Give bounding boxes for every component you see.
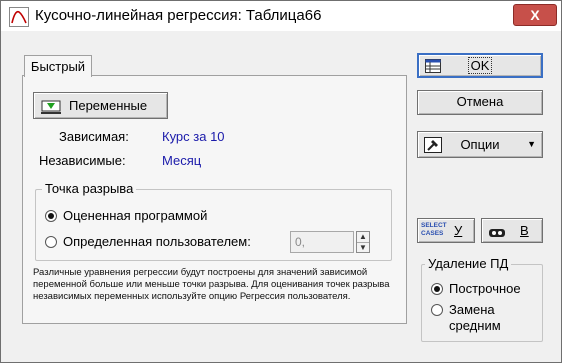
variables-icon <box>41 98 61 123</box>
select-cases-key: У <box>454 223 463 238</box>
tab-quick[interactable]: Быстрый <box>24 55 92 77</box>
select-cases-icon: SELECT CASES <box>421 222 447 237</box>
ok-grid-icon <box>425 58 441 79</box>
ok-label: OK <box>467 57 493 74</box>
chevron-down-icon: ▼ <box>527 139 536 149</box>
variables-button[interactable]: Переменные <box>33 92 168 119</box>
radio-mean-substitution-label: Замена средним <box>449 302 501 333</box>
dialog-window: Кусочно-линейная регрессия: Таблица66 X … <box>0 0 562 363</box>
weights-key: В <box>520 223 529 238</box>
radio-estimated[interactable] <box>45 210 57 222</box>
stepper-up-icon[interactable]: ▲ <box>357 232 369 242</box>
radio-casewise-label: Построчное <box>449 281 521 296</box>
radio-casewise[interactable] <box>431 283 443 295</box>
cancel-button[interactable]: Отмена <box>417 90 543 115</box>
options-label: Опции <box>460 137 500 152</box>
dependent-label: Зависимая: <box>59 129 129 144</box>
radio-mean-substitution[interactable] <box>431 304 443 316</box>
breakpoint-value-input[interactable]: 0, <box>290 231 354 253</box>
missing-data-title: Удаление ПД <box>425 256 512 271</box>
regression-app-icon <box>9 7 29 27</box>
options-hammer-icon <box>424 136 442 161</box>
window-title: Кусочно-линейная регрессия: Таблица66 <box>35 7 322 24</box>
weights-icon <box>488 224 506 247</box>
breakpoint-stepper[interactable]: ▲ ▼ <box>356 231 370 253</box>
title-bar: Кусочно-линейная регрессия: Таблица66 X <box>1 1 561 31</box>
weights-button[interactable]: В <box>481 218 543 243</box>
select-cases-button[interactable]: SELECT CASES У <box>417 218 475 243</box>
options-button[interactable]: Опции ▼ <box>417 131 543 158</box>
radio-user-defined[interactable] <box>45 236 57 248</box>
dependent-value: Курс за 10 <box>162 129 225 144</box>
breakpoint-title: Точка разрыва <box>42 181 137 196</box>
independent-value: Месяц <box>162 153 202 168</box>
close-button[interactable]: X <box>513 4 557 26</box>
help-note: Различные уравнения регрессии будут пост… <box>33 267 390 302</box>
variables-label: Переменные <box>69 98 148 113</box>
radio-user-defined-label: Определенная пользователем: <box>63 234 251 249</box>
independent-label: Независимые: <box>39 153 126 168</box>
stepper-down-icon[interactable]: ▼ <box>357 242 369 253</box>
radio-estimated-label: Оцененная программой <box>63 208 208 223</box>
ok-button[interactable]: OK <box>417 53 543 78</box>
